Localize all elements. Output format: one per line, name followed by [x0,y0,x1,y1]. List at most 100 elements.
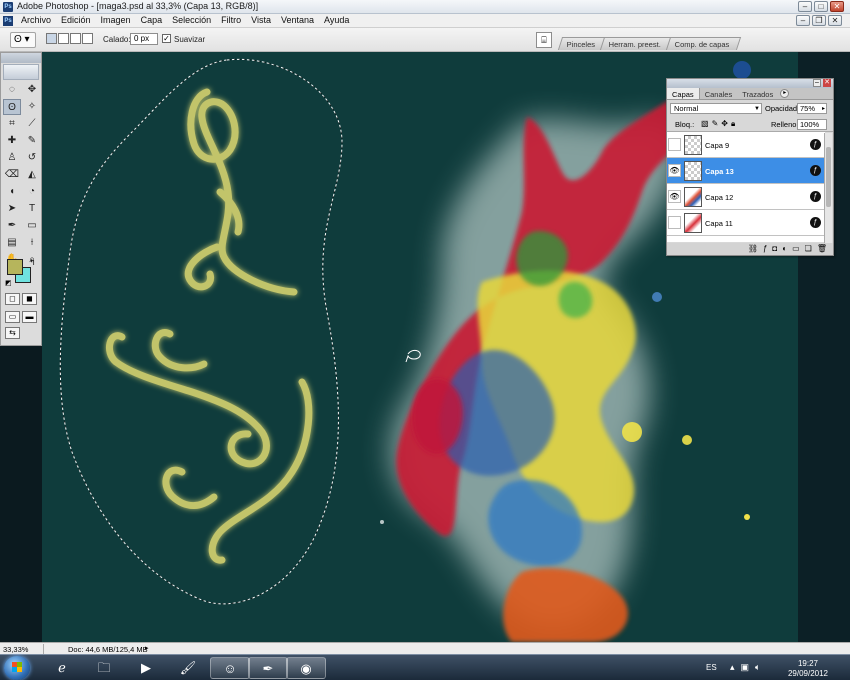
start-button[interactable] [4,656,30,680]
healing-brush-tool-icon[interactable]: ✚ [3,133,21,149]
magic-wand-tool-icon[interactable]: ✧ [23,99,41,115]
layer-style-icon[interactable]: ƒ [810,139,821,150]
layer-style-icon[interactable]: ƒ [810,191,821,202]
menu-imagen[interactable]: Imagen [100,15,132,25]
paint-bucket-tool-icon[interactable]: ◭ [23,167,41,183]
antialias-checkbox[interactable]: ✓ [162,34,171,43]
minimize-button[interactable]: – [798,1,812,12]
subtract-selection-button[interactable] [70,33,81,44]
add-mask-icon[interactable]: ◘ [772,243,777,255]
visibility-toggle[interactable] [668,216,681,229]
move-tool-icon[interactable]: ✥ [23,82,41,98]
doc-close-button[interactable]: ✕ [828,15,842,26]
brush-tool-icon[interactable]: ✎ [23,133,41,149]
tab-capas[interactable]: Capas [667,88,700,99]
delete-layer-icon[interactable]: 🗑︎ [817,243,827,255]
new-group-icon[interactable]: ▭ [792,243,800,255]
layer-row-capa-11[interactable]: Capa 11 ƒ [667,210,825,236]
blur-tool-icon[interactable]: ◖ [3,184,21,200]
eye-icon[interactable]: 👁︎ [668,190,681,203]
history-brush-tool-icon[interactable]: ↺ [23,150,41,166]
menu-capa[interactable]: Capa [140,15,164,25]
clock[interactable]: 19:27 29/09/2012 [780,659,836,679]
menu-ventana[interactable]: Ventana [280,15,315,25]
status-menu-arrow-icon[interactable]: ▸ [145,644,149,652]
ie-icon[interactable]: ℯ [42,657,82,679]
tab-comp-capas[interactable]: Comp. de capas [666,37,742,50]
visibility-toggle[interactable] [668,138,681,151]
clone-stamp-tool-icon[interactable]: ♙ [3,150,21,166]
menu-vista[interactable]: Vista [250,15,272,25]
swap-colors-icon[interactable]: ↰ [29,258,36,267]
explorer-icon[interactable]: 🗀 [84,657,124,679]
layer-row-capa-12[interactable]: 👁︎ Capa 12 ƒ [667,184,825,210]
menu-filtro[interactable]: Filtro [220,15,242,25]
doc-restore-button[interactable]: ❐ [812,15,826,26]
slice-tool-icon[interactable]: ⟋ [23,116,41,132]
lock-transparency-icon[interactable]: ▧ [701,119,709,129]
messenger-icon[interactable]: ☺ [210,657,250,679]
type-tool-icon[interactable]: T [23,201,41,217]
doc-minimize-button[interactable]: – [796,15,810,26]
add-selection-button[interactable] [58,33,69,44]
lock-pixels-icon[interactable]: ✎ [712,119,719,129]
feather-input[interactable]: 0 px [130,33,158,45]
tools-panel-header[interactable] [1,53,41,63]
default-colors-icon[interactable]: ◩ [5,279,12,287]
quick-mask-button[interactable]: ◼ [22,293,37,305]
layer-style-icon[interactable]: ƒ [810,217,821,228]
intersect-selection-button[interactable] [82,33,93,44]
fill-input[interactable]: 100% [797,119,827,130]
document-icon[interactable]: Ps [3,16,13,26]
foreground-color-swatch[interactable] [7,259,23,275]
panel-menu-button[interactable]: ▸ [780,89,790,98]
photoshop-taskbar-icon[interactable]: ✒ [248,657,288,679]
menu-edicion[interactable]: Edición [60,15,92,25]
menu-archivo[interactable]: Archivo [20,15,52,25]
imageready-button[interactable]: ⇆ [5,327,20,339]
blend-mode-select[interactable]: Normal ▼ [670,103,762,114]
pen-tool-icon[interactable]: ✒ [3,218,21,234]
opacity-input[interactable]: 75% ▸ [797,103,827,114]
tab-trazados[interactable]: Trazados [737,88,778,99]
screen-mode-standard-button[interactable]: ▭ [5,311,20,323]
shape-tool-icon[interactable]: ▭ [23,218,41,234]
screen-mode-full-button[interactable]: ▬ [22,311,37,323]
close-button[interactable]: ✕ [830,1,844,12]
paint-app-icon[interactable]: 🖌 [168,657,208,679]
tab-pinceles[interactable]: Pinceles [557,37,607,50]
add-layer-style-icon[interactable]: ƒ [763,243,767,255]
media-player-icon[interactable]: ▶ [126,657,166,679]
panel-minimize-button[interactable]: – [813,79,821,87]
palette-well-icon[interactable]: ⌸ [536,32,552,48]
lock-all-icon[interactable]: 🔒︎ [731,119,735,129]
layer-style-icon[interactable]: ƒ [810,165,821,176]
tab-canales[interactable]: Canales [700,88,738,99]
adjustment-layer-icon[interactable]: ◐ [782,243,787,255]
eraser-tool-icon[interactable]: ⌫ [3,167,21,183]
tool-preset-picker[interactable]: ʘ ▾ [10,32,36,48]
notes-tool-icon[interactable]: ▤ [3,235,21,251]
volume-icon[interactable]: 🔈︎ [755,662,760,673]
marquee-tool-icon[interactable]: ◌ [3,82,21,98]
new-layer-icon[interactable]: ❏ [805,243,812,255]
layer-row-capa-9[interactable]: Capa 9 ƒ [667,132,825,158]
path-selection-tool-icon[interactable]: ➤ [3,201,21,217]
layers-scrollbar[interactable] [824,133,832,245]
dodge-tool-icon[interactable]: ◔ [23,184,41,200]
language-indicator[interactable]: ES [706,663,717,672]
menu-seleccion[interactable]: Selección [171,15,212,25]
network-icon[interactable]: ▣ [741,662,750,673]
lasso-tool-icon[interactable]: ʘ [3,99,21,115]
menu-ayuda[interactable]: Ayuda [323,15,350,25]
eyedropper-tool-icon[interactable]: ⟊ [23,235,41,251]
layers-panel-header[interactable]: – ✕ [667,79,833,88]
tab-herramientas-preestablecidas[interactable]: Herram. preest. [600,37,673,50]
opacity-slider-arrow-icon[interactable]: ▸ [822,104,825,114]
new-selection-button[interactable] [46,33,57,44]
layer-row-capa-13[interactable]: 👁︎ Capa 13 ƒ [667,158,825,184]
tray-arrow-icon[interactable]: ▴ [730,662,735,673]
lock-position-icon[interactable]: ✥ [721,119,728,129]
standard-mode-button[interactable]: ◻ [5,293,20,305]
link-layers-icon[interactable]: ⛓ [748,243,758,255]
